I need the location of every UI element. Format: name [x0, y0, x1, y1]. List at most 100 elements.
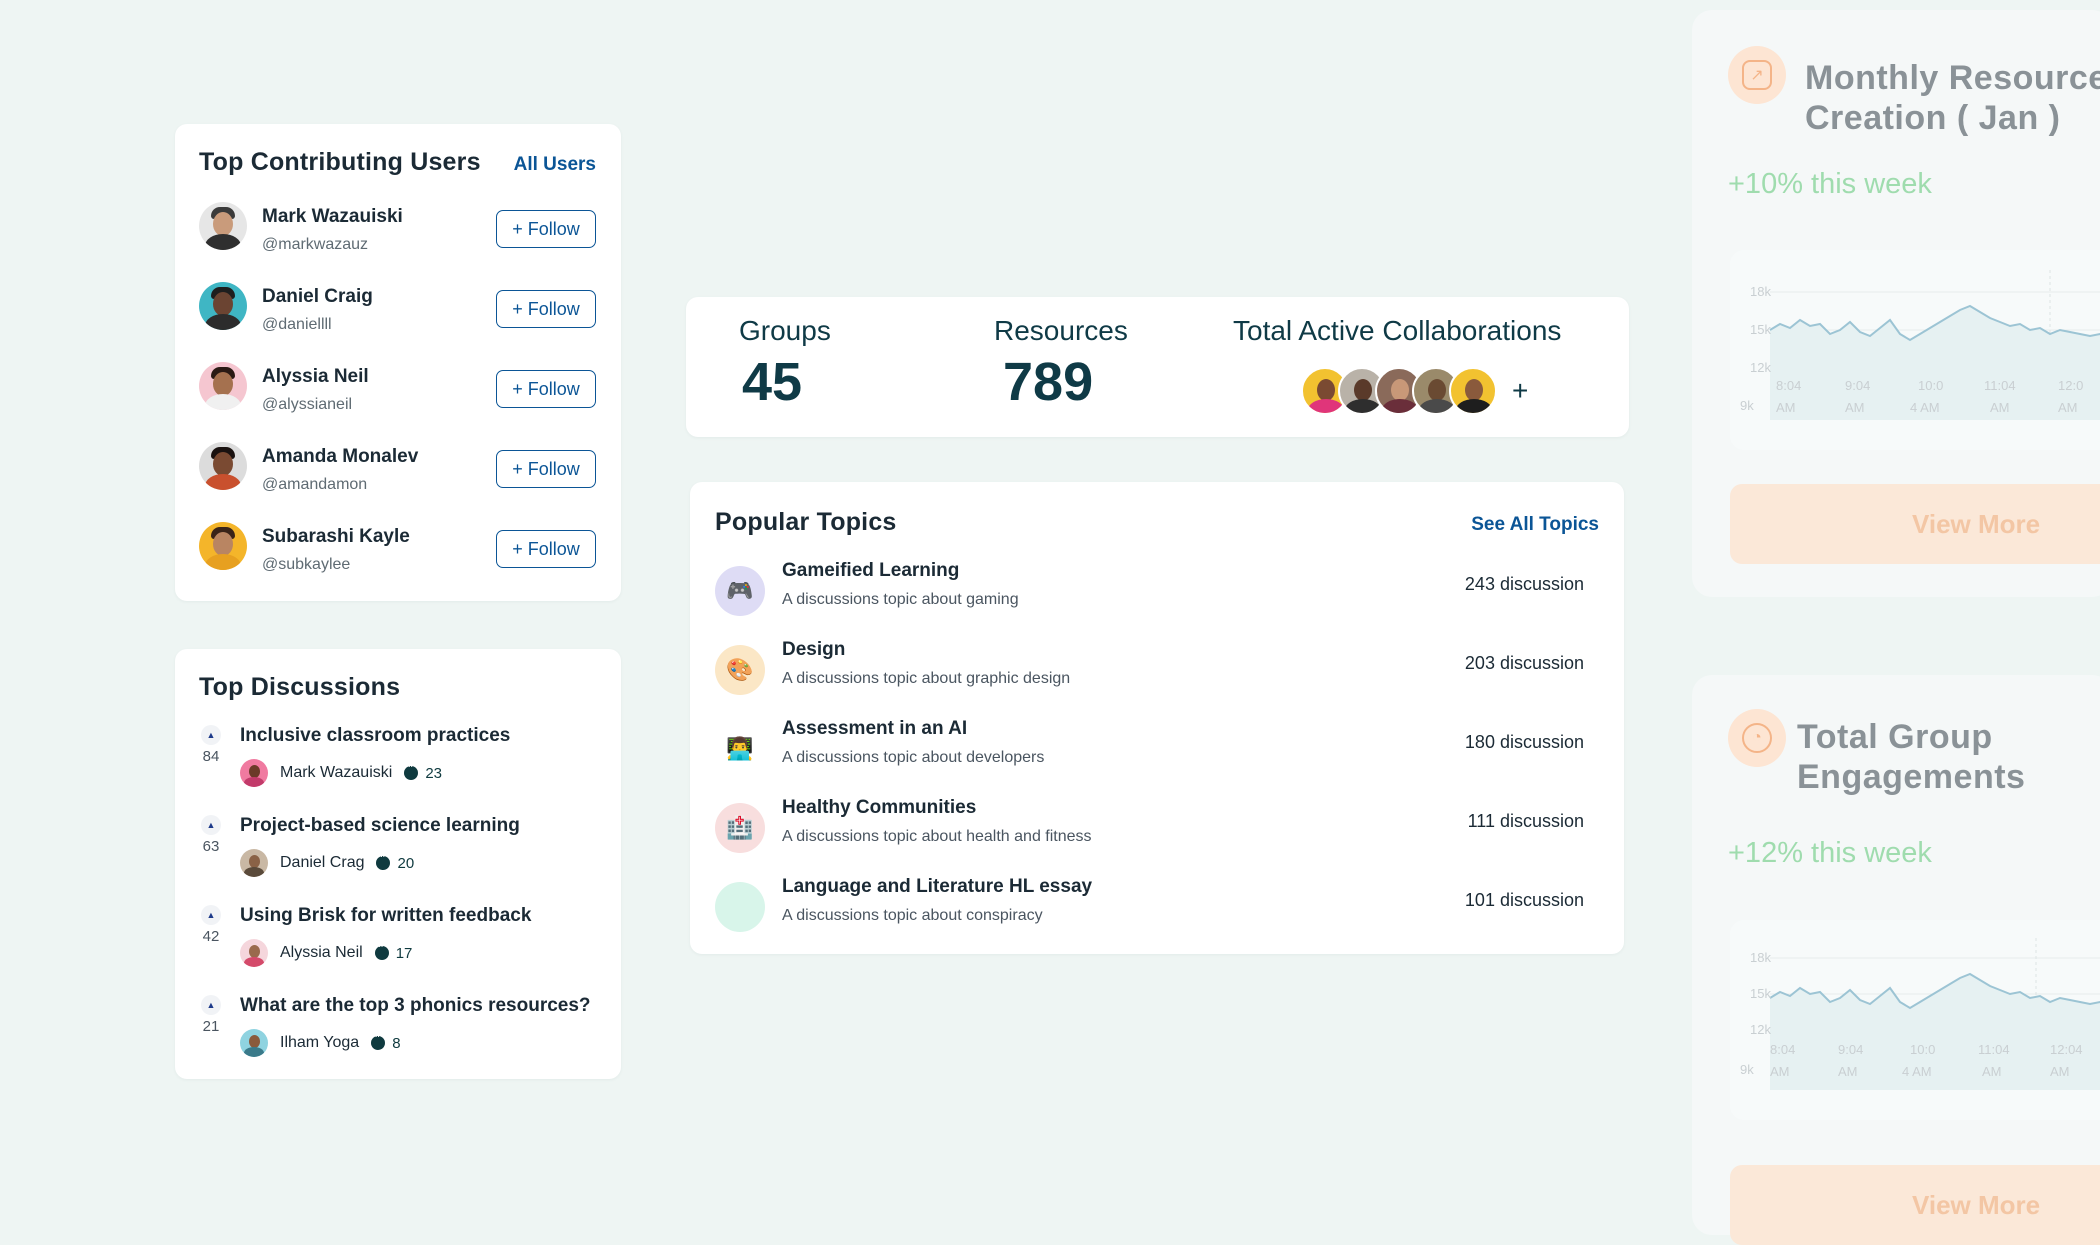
monthly-growth: +10% this week [1728, 168, 1932, 200]
follow-button[interactable]: + Follow [496, 210, 596, 248]
avatar [240, 1029, 268, 1057]
topic-row[interactable]: 🎨 Design A discussions topic about graph… [715, 637, 1584, 701]
comment-icon [374, 941, 389, 960]
vote-widget: ▲ 84 [199, 725, 223, 765]
follow-button[interactable]: + Follow [496, 370, 596, 408]
topic-count: 111 discussion [1467, 811, 1584, 831]
popular-topics-title: Popular Topics [715, 508, 897, 536]
resources-value: 789 [1003, 352, 1094, 412]
popular-topics-header: Popular Topics See All Topics [715, 508, 1599, 537]
x-tick: 10:0 [1910, 1042, 1935, 1057]
user-row: Amanda Monalev @amandamon + Follow [199, 442, 596, 498]
see-all-topics-link[interactable]: See All Topics [1471, 514, 1599, 536]
all-users-link[interactable]: All Users [514, 154, 596, 176]
x-tick: AM [1838, 1064, 1858, 1079]
user-row: Mark Wazauiski @markwazauz + Follow [199, 202, 596, 258]
upvote-icon[interactable]: ▲ [201, 905, 221, 925]
x-tick: AM [2050, 1064, 2070, 1079]
discussion-author: Ilham Yoga [280, 1034, 360, 1051]
avatar [240, 759, 268, 787]
group-engagements-panel: ◔ Total Group Engagements +12% this week… [1692, 675, 2100, 1245]
discussion-title[interactable]: Inclusive classroom practices [240, 725, 510, 747]
topic-description: A discussions topic about graphic design [782, 670, 1071, 687]
topic-row[interactable]: 🎮 Gameified Learning A discussions topic… [715, 558, 1584, 622]
x-tick: 9:04 [1845, 378, 1870, 393]
monthly-resource-panel: ↗ Monthly Resource Creation ( Jan ) +10%… [1692, 10, 2100, 597]
y-tick: 9k [1740, 1062, 1754, 1077]
monthly-line-chart: 18k 15k 12k 9k 8:04 9:04 10:0 11:04 12:0… [1740, 270, 2100, 420]
topic-title: Gameified Learning [782, 560, 960, 581]
topic-row[interactable]: 🏥 Healthy Communities A discussions topi… [715, 795, 1584, 859]
discussion-title[interactable]: Using Brisk for written feedback [240, 905, 531, 927]
view-more-button[interactable]: View More [1730, 1165, 2100, 1245]
discussion-row[interactable]: ▲ 42 Using Brisk for written feedback Al… [199, 905, 601, 975]
y-tick: 15k [1750, 322, 1771, 337]
discussion-row[interactable]: ▲ 84 Inclusive classroom practices Mark … [199, 725, 601, 795]
monthly-resource-title: Monthly Resource Creation ( Jan ) [1805, 59, 2100, 137]
topic-title: Language and Literature HL essay [782, 876, 1093, 897]
discussion-meta: Mark Wazauiski 23 [240, 759, 442, 787]
user-name: Amanda Monalev [262, 446, 419, 467]
vote-count: 84 [202, 748, 220, 765]
topic-row[interactable]: Language and Literature HL essay A discu… [715, 874, 1584, 938]
collaborations-label: Total Active Collaborations [1233, 315, 1562, 346]
vote-widget: ▲ 42 [199, 905, 223, 945]
stats-card: Groups 45 Resources 789 Total Active Col… [686, 297, 1629, 437]
topic-title: Healthy Communities [782, 797, 977, 818]
discussion-row[interactable]: ▲ 63 Project-based science learning Dani… [199, 815, 601, 885]
more-collaborators-button[interactable]: + [1512, 375, 1528, 407]
comment-count: 20 [397, 854, 415, 872]
user-name: Mark Wazauiski [262, 206, 403, 227]
view-more-button[interactable]: View More [1730, 484, 2100, 564]
upvote-icon[interactable]: ▲ [201, 725, 221, 745]
x-tick: 12:0 [2058, 378, 2083, 393]
x-tick: 8:04 [1770, 1042, 1795, 1057]
discussion-author: Daniel Crag [280, 854, 365, 871]
discussion-title[interactable]: Project-based science learning [240, 815, 520, 837]
follow-button[interactable]: + Follow [496, 530, 596, 568]
topic-description: A discussions topic about conspiracy [782, 907, 1043, 924]
x-tick: AM [1845, 400, 1865, 415]
topic-title: Design [782, 639, 846, 660]
comment-icon [404, 761, 419, 780]
top-users-title: Top Contributing Users [199, 148, 481, 176]
user-handle: @daniellll [262, 316, 332, 333]
y-tick: 12k [1750, 360, 1771, 375]
resources-label: Resources [994, 315, 1128, 346]
top-discussions-card: Top Discussions ▲ 84 Inclusive classroom… [175, 649, 621, 1079]
discussion-row[interactable]: ▲ 21 What are the top 3 phonics resource… [199, 995, 601, 1065]
comment-icon [371, 1031, 386, 1050]
upvote-icon[interactable]: ▲ [201, 815, 221, 835]
discussion-title[interactable]: What are the top 3 phonics resources? [240, 995, 591, 1017]
engagement-line-chart: 18k 15k 12k 9k 8:04 9:04 10:0 11:04 12:0… [1740, 938, 2100, 1090]
x-tick: AM [2058, 400, 2078, 415]
top-users-header: Top Contributing Users All Users [199, 148, 596, 177]
x-tick: 12:04 [2050, 1042, 2083, 1057]
vote-widget: ▲ 63 [199, 815, 223, 855]
x-tick: 4 AM [1902, 1064, 1932, 1079]
x-tick: AM [1776, 400, 1796, 415]
comment-count: 8 [392, 1034, 401, 1052]
follow-button[interactable]: + Follow [496, 450, 596, 488]
engagement-growth: +12% this week [1728, 837, 1932, 869]
developer-icon: 👨‍💻 [715, 724, 765, 774]
top-discussions-title: Top Discussions [199, 673, 401, 701]
user-handle: @alyssianeil [262, 396, 353, 413]
topic-count: 101 discussion [1464, 890, 1584, 910]
user-handle: @amandamon [262, 476, 368, 493]
x-tick: 11:04 [1978, 1042, 2010, 1057]
vote-count: 63 [202, 838, 220, 855]
x-tick: 4 AM [1910, 400, 1940, 415]
topic-description: A discussions topic about gaming [782, 591, 1019, 608]
monthly-chart: 18k 15k 12k 9k 8:04 9:04 10:0 11:04 12:0… [1730, 250, 2100, 450]
x-tick: 11:04 [1984, 378, 2016, 393]
avatar [240, 849, 268, 877]
user-name: Alyssia Neil [262, 366, 369, 387]
follow-button[interactable]: + Follow [496, 290, 596, 328]
user-handle: @markwazauz [262, 236, 369, 253]
hospital-icon: 🏥 [715, 803, 765, 853]
topic-row[interactable]: 👨‍💻 Assessment in an AI A discussions to… [715, 716, 1584, 780]
x-tick: 10:0 [1918, 378, 1943, 393]
vote-widget: ▲ 21 [199, 995, 223, 1035]
upvote-icon[interactable]: ▲ [201, 995, 221, 1015]
